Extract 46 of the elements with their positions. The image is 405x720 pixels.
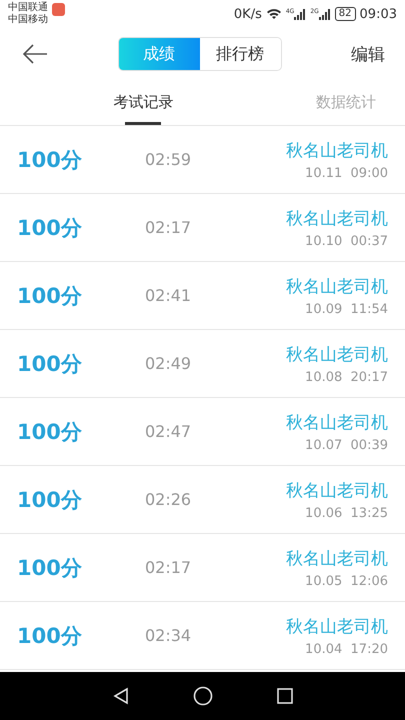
carrier-name: 中国联通 [8,2,48,14]
exam-date: 10.11 09:00 [305,166,388,180]
user-name: 秋名山老司机 [286,344,388,366]
wifi-icon [266,8,282,20]
duration: 02:17 [145,558,192,577]
score: 100分 [17,282,83,310]
exam-date: 10.08 20:17 [305,370,388,384]
exam-date: 10.04 17:20 [305,642,388,656]
user-name: 秋名山老司机 [286,480,388,502]
duration: 02:59 [145,150,192,169]
score: 100分 [17,146,83,174]
user-name: 秋名山老司机 [286,412,388,434]
duration: 02:49 [145,354,192,373]
home-icon[interactable] [192,686,212,706]
exam-date: 10.09 11:54 [305,302,388,316]
duration: 02:17 [145,218,192,237]
user-name: 秋名山老司机 [286,276,388,298]
exam-date: 10.07 00:39 [305,438,388,452]
carrier-name: 中国移动 [8,14,48,26]
duration: 02:41 [145,286,192,305]
back-icon[interactable] [112,687,130,705]
user-name: 秋名山老司机 [286,140,388,162]
battery-indicator: 82 [334,7,356,21]
score: 100分 [17,554,83,582]
score: 100分 [17,418,83,446]
exam-date: 10.10 00:37 [305,234,388,248]
duration: 02:34 [145,626,192,645]
exam-date: 10.05 12:06 [305,574,388,588]
score: 100分 [17,486,83,514]
back-arrow-icon[interactable] [22,44,48,64]
app-notification-icon [52,2,65,16]
user-name: 秋名山老司机 [286,208,388,230]
score: 100分 [17,214,83,242]
score: 100分 [17,622,83,650]
clock: 09:03 [360,6,397,22]
exam-date: 10.06 13:25 [305,506,388,520]
user-name: 秋名山老司机 [286,548,388,570]
duration: 02:47 [145,422,192,441]
duration: 02:26 [145,490,192,509]
signal-icon [318,8,331,20]
signal-icon [294,8,306,20]
score: 100分 [17,350,83,378]
edit-button[interactable]: 编辑 [351,42,385,66]
user-name: 秋名山老司机 [286,616,388,638]
network-speed: 0K/s [234,6,262,22]
recents-icon[interactable] [276,687,294,705]
